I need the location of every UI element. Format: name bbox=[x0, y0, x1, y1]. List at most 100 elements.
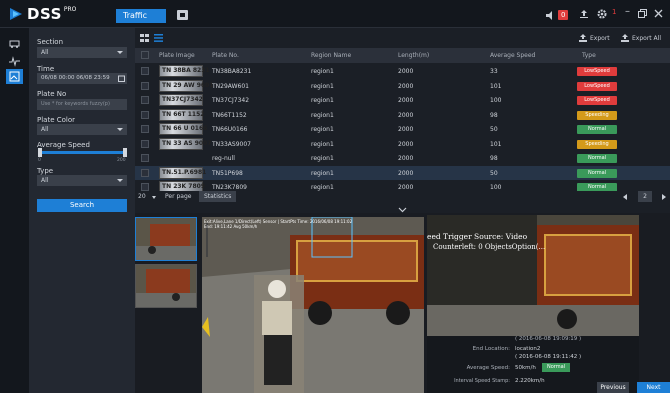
tab-monitor-icon[interactable] bbox=[177, 10, 188, 20]
next-page-icon[interactable] bbox=[662, 194, 666, 200]
table-row[interactable]: TN 66 U 0166 TN66U0166 region1 2000 50 Normal bbox=[135, 122, 670, 137]
type-badge: LowSpeed bbox=[577, 81, 617, 91]
chevron-down-icon bbox=[117, 179, 123, 182]
plate-color-select[interactable]: All bbox=[37, 124, 127, 135]
speaker-icon[interactable] bbox=[546, 10, 555, 20]
row-checkbox[interactable] bbox=[141, 96, 149, 104]
list-view-icon[interactable] bbox=[154, 34, 163, 42]
row-checkbox[interactable] bbox=[141, 81, 149, 90]
plate-image-text: TN 23K 7809 bbox=[162, 183, 205, 190]
speed-cell: 33 bbox=[490, 68, 498, 75]
export-button[interactable]: Export bbox=[590, 35, 610, 42]
tab-traffic[interactable]: Traffic bbox=[116, 9, 166, 23]
plate-image-text: TN 29 AW 9601 bbox=[162, 81, 214, 89]
speed-slider-max-handle[interactable] bbox=[123, 148, 127, 157]
plate-image-text: TN 66T 1152 bbox=[162, 110, 205, 118]
row-checkbox[interactable] bbox=[141, 110, 149, 119]
speed-slider-min-handle[interactable] bbox=[38, 148, 42, 157]
type-select[interactable]: All bbox=[37, 175, 127, 186]
alarm-badge: 0 bbox=[558, 10, 569, 20]
time-range-input[interactable]: 06/08 00:00 06/08 23:59 bbox=[37, 73, 127, 84]
type-badge: Speeding bbox=[577, 110, 617, 120]
plate-no-cell: TN66T1152 bbox=[212, 111, 247, 119]
row-checkbox[interactable] bbox=[141, 168, 149, 177]
plate-color-label: Plate Color bbox=[37, 116, 76, 124]
table-row[interactable]: reg-null region1 2000 98 Normal bbox=[135, 151, 670, 166]
section-select[interactable]: All bbox=[37, 47, 127, 58]
waveform-icon[interactable] bbox=[9, 56, 20, 67]
row-checkbox[interactable] bbox=[141, 183, 149, 191]
table-row[interactable]: TN.51.P.6981 TN51P698 region1 2000 50 Normal bbox=[135, 165, 670, 180]
page-number-input[interactable]: 2 bbox=[638, 191, 652, 202]
detail-panel: Exit:Alive,Lane 1/Direct(Left) Sensor | … bbox=[135, 213, 670, 393]
plate-image-text: TN 66 U 0166 bbox=[162, 125, 208, 132]
plate-input[interactable]: Use * for keywords fuzzy(p) bbox=[37, 99, 127, 110]
search-button[interactable]: Search bbox=[37, 199, 127, 212]
sidebar-item-active[interactable] bbox=[6, 69, 23, 84]
plate-no-cell: TN66U0166 bbox=[212, 126, 248, 133]
plate-no-cell: TN23K7809 bbox=[212, 184, 247, 191]
export-all-icon[interactable] bbox=[621, 34, 629, 42]
upload-icon[interactable] bbox=[579, 9, 589, 19]
row-checkbox[interactable] bbox=[141, 67, 149, 75]
interval-value: 2.220km/h bbox=[515, 378, 545, 384]
restore-icon[interactable] bbox=[638, 9, 647, 18]
type-value: All bbox=[41, 177, 49, 184]
plate-image: TN.51.P.6981 bbox=[159, 166, 206, 179]
calendar-icon[interactable] bbox=[118, 75, 125, 82]
section-label: Section bbox=[37, 38, 64, 46]
type-badge: Normal bbox=[577, 154, 617, 163]
table-row[interactable]: TN37CJ7342 TN37CJ7342 region1 2000 100 LowSpe… bbox=[135, 93, 670, 108]
filter-panel: Section All Time 06/08 00:00 06/08 23:59… bbox=[29, 28, 135, 393]
vehicle-icon[interactable] bbox=[9, 38, 20, 49]
per-page-label: Per page bbox=[165, 193, 192, 200]
region-cell: region1 bbox=[311, 68, 334, 75]
length-cell: 2000 bbox=[398, 140, 414, 148]
logo-sup: PRO bbox=[63, 6, 77, 13]
region-cell: region1 bbox=[311, 82, 334, 90]
trigger-text: eed Trigger Source: Video bbox=[427, 232, 528, 241]
grid-view-icon[interactable] bbox=[140, 34, 149, 42]
length-cell: 2000 bbox=[398, 155, 414, 162]
row-checkbox[interactable] bbox=[141, 154, 149, 162]
video-player[interactable]: Exit:Alive,Lane 1/Direct(Left) Sensor | … bbox=[202, 217, 424, 393]
table-row[interactable]: TN 33 AS 9007 TN33AS9007 region1 2000 101 Spe… bbox=[135, 137, 670, 152]
video-overlay-text: Exit:Alive,Lane 1/Direct(Left) Sensor | … bbox=[204, 219, 353, 229]
color-value: All bbox=[41, 126, 49, 133]
export-icon[interactable] bbox=[579, 34, 587, 42]
table-row[interactable]: TN 29 AW 9601 TN29AW601 region1 2000 101 LowS… bbox=[135, 79, 670, 94]
prev-page-icon[interactable] bbox=[623, 194, 627, 200]
snapshot-image[interactable]: eed Trigger Source: Video Counterleft: 0… bbox=[427, 215, 639, 336]
table-row[interactable]: TN 38BA 8231 TN38BA8231 region1 2000 33 LowSp… bbox=[135, 64, 670, 79]
speed-slider-track[interactable] bbox=[39, 151, 125, 154]
plate-no-cell: reg-null bbox=[212, 155, 235, 162]
thumbnail-image bbox=[136, 218, 196, 260]
next-button[interactable]: Next bbox=[637, 382, 670, 393]
select-all-checkbox[interactable] bbox=[141, 51, 149, 59]
snapshot-thumbnail-2[interactable] bbox=[135, 264, 197, 308]
col-region: Region Name bbox=[311, 52, 352, 59]
type-badge: Normal bbox=[577, 168, 617, 178]
chevron-down-icon[interactable] bbox=[152, 196, 156, 199]
avg-speed-label: Average Speed: bbox=[466, 365, 510, 371]
length-cell: 2000 bbox=[398, 111, 414, 119]
table-row[interactable]: TN 66T 1152 TN66T1152 region1 2000 98 Speedin… bbox=[135, 108, 670, 123]
row-checkbox[interactable] bbox=[141, 125, 149, 133]
alarm-area[interactable]: 0 bbox=[546, 8, 569, 22]
plate-no-cell: TN37CJ7342 bbox=[212, 97, 250, 104]
minimize-icon[interactable]: – bbox=[625, 6, 630, 17]
row-checkbox[interactable] bbox=[141, 139, 149, 148]
page-size-select[interactable]: 20 bbox=[138, 193, 146, 200]
gear-icon[interactable] bbox=[597, 9, 607, 19]
export-all-button[interactable]: Export All bbox=[632, 35, 661, 42]
statistics-button[interactable]: Statistics bbox=[199, 191, 237, 202]
speed-min: 0 bbox=[38, 158, 41, 163]
plate-image: TN 29 AW 9601 bbox=[159, 79, 213, 92]
snapshot-thumbnail-1[interactable] bbox=[135, 217, 197, 261]
close-icon[interactable] bbox=[654, 9, 663, 18]
speed-label: Average Speed bbox=[37, 141, 90, 149]
col-plate-no: Plate No. bbox=[212, 52, 239, 59]
previous-button[interactable]: Previous bbox=[597, 382, 629, 393]
time-value: 06/08 00:00 06/08 23:59 bbox=[41, 75, 110, 81]
avg-speed-value: 50km/h bbox=[515, 365, 536, 371]
